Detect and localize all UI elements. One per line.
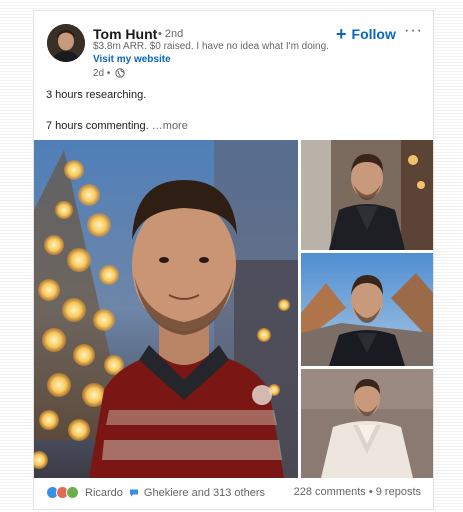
see-more-link[interactable]: …more: [152, 120, 188, 132]
comments-count[interactable]: 228 comments: [294, 486, 366, 498]
author-avatar[interactable]: [47, 24, 85, 62]
comment-bubble-icon: [129, 489, 138, 497]
post-stats: 228 comments • 9 reposts: [294, 486, 421, 498]
post-time: 2d •: [93, 68, 111, 79]
follow-label: Follow: [351, 26, 396, 42]
reactions-summary[interactable]: Ricardo Ghekiere and 313 others: [46, 486, 265, 499]
post-text-line-2-content: 7 hours commenting.: [46, 120, 149, 132]
post-text-line-2: 7 hours commenting. …more: [46, 120, 188, 132]
reaction-icons: [46, 486, 79, 499]
photo-4[interactable]: [301, 369, 433, 478]
author-name[interactable]: Tom Hunt: [93, 26, 157, 42]
follow-button[interactable]: + Follow: [336, 24, 396, 44]
plus-icon: +: [336, 24, 347, 44]
post-text-line-1: 3 hours researching.: [46, 89, 147, 101]
globe-icon: [115, 68, 125, 78]
connection-degree: • 2nd: [158, 28, 184, 40]
author-headline: $3.8m ARR. $0 raised. I have no idea wha…: [93, 41, 329, 52]
reaction-support-icon: [66, 486, 79, 499]
feed-post-card: Tom Hunt • 2nd $3.8m ARR. $0 raised. I h…: [33, 10, 434, 510]
reactors-rest: Ghekiere and 313 others: [143, 486, 265, 499]
visit-website-link[interactable]: Visit my website: [93, 54, 171, 65]
stats-separator: •: [365, 486, 376, 498]
photo-main[interactable]: [34, 140, 298, 478]
photo-2[interactable]: [301, 140, 433, 250]
photo-3[interactable]: [301, 253, 433, 366]
reactors-name: Ricardo: [85, 486, 123, 499]
reposts-count[interactable]: 9 reposts: [376, 486, 421, 498]
post-photo-grid: [34, 140, 433, 478]
more-icon[interactable]: ···: [404, 22, 423, 40]
